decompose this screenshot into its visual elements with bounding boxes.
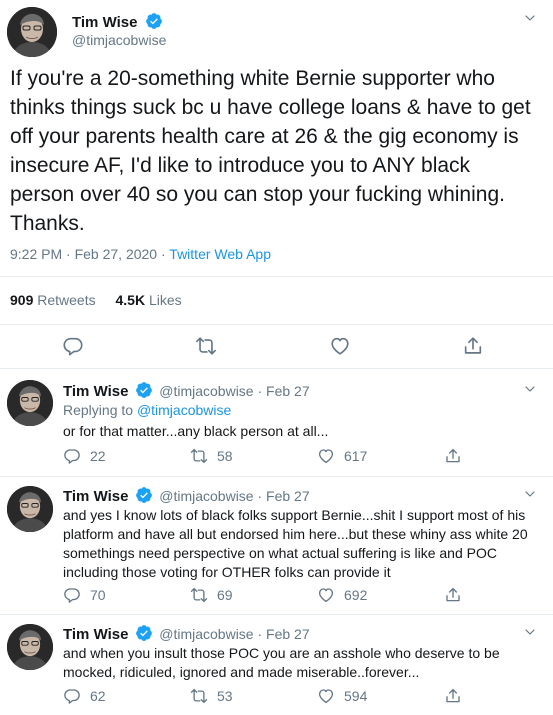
reply-icon[interactable] <box>62 335 84 357</box>
tweet-source[interactable]: Twitter Web App <box>169 246 271 262</box>
like-action[interactable]: 692 <box>317 586 367 604</box>
chevron-down-icon[interactable] <box>520 10 540 26</box>
like-icon <box>317 447 335 465</box>
author-avatar[interactable] <box>7 380 53 426</box>
retweet-action[interactable]: 58 <box>190 447 233 465</box>
verified-icon <box>135 624 153 642</box>
share-icon <box>444 687 462 705</box>
like-icon <box>317 586 335 604</box>
reply-header: Tim Wise @timjacobwise · Feb 27 <box>63 381 310 400</box>
share-action[interactable] <box>444 586 471 604</box>
like-count: 594 <box>344 688 368 704</box>
author-handle[interactable]: @timjacobwise <box>159 488 253 504</box>
author-handle[interactable]: @timjacobwise <box>159 383 253 399</box>
author-name[interactable]: Tim Wise <box>72 14 137 31</box>
reply-tweet[interactable]: Tim Wise @timjacobwise · Feb 27 Replying… <box>0 369 553 477</box>
author-name[interactable]: Tim Wise <box>63 383 128 400</box>
reply-action[interactable]: 22 <box>63 447 106 465</box>
divider <box>0 324 553 325</box>
date-separator: · <box>257 626 263 642</box>
meta-separator: · <box>157 246 170 262</box>
tweet-timestamp[interactable]: 9:22 PM · Feb 27, 2020 <box>10 246 157 262</box>
reply-count: 62 <box>90 688 106 704</box>
reply-icon <box>63 447 81 465</box>
likes-count: 4.5K <box>115 292 146 308</box>
reply-text: and yes I know lots of black folks suppo… <box>63 507 528 580</box>
like-icon <box>317 687 335 705</box>
retweets-stat[interactable]: 909 Retweets <box>10 292 96 308</box>
retweet-action[interactable]: 53 <box>190 687 233 705</box>
replying-to-prefix: Replying to <box>63 402 137 418</box>
retweet-icon <box>190 586 208 604</box>
reply-action[interactable]: 70 <box>63 586 106 604</box>
date-separator: · <box>257 383 263 399</box>
author-name[interactable]: Tim Wise <box>63 626 128 643</box>
replying-to: Replying to @timjacobwise <box>63 402 231 418</box>
retweet-action[interactable]: 69 <box>190 586 233 604</box>
reply-count: 22 <box>90 448 106 464</box>
author-header: Tim Wise <box>72 12 163 32</box>
reply-header: Tim Wise @timjacobwise · Feb 27 <box>63 624 310 643</box>
verified-icon <box>145 12 163 30</box>
share-action[interactable] <box>444 687 471 705</box>
share-icon <box>444 586 462 604</box>
reply-date[interactable]: Feb 27 <box>266 488 310 504</box>
reply-tweet[interactable]: Tim Wise @timjacobwise · Feb 27 and yes … <box>0 477 553 615</box>
like-count: 692 <box>344 587 368 603</box>
chevron-down-icon[interactable] <box>520 381 540 397</box>
author-handle[interactable]: @timjacobwise <box>72 32 166 48</box>
tweet-meta: 9:22 PM · Feb 27, 2020 · Twitter Web App <box>10 246 271 262</box>
author-handle[interactable]: @timjacobwise <box>159 626 253 642</box>
author-name[interactable]: Tim Wise <box>63 488 128 505</box>
verified-icon <box>135 381 153 399</box>
like-count: 617 <box>344 448 368 464</box>
chevron-down-icon[interactable] <box>520 486 540 502</box>
author-avatar[interactable] <box>7 624 53 670</box>
likes-stat[interactable]: 4.5K Likes <box>116 292 182 308</box>
like-action[interactable]: 594 <box>317 687 367 705</box>
tweet-stats: 909 Retweets 4.5K Likes <box>10 292 182 308</box>
likes-label: Likes <box>148 292 182 308</box>
reply-date[interactable]: Feb 27 <box>266 626 310 642</box>
author-avatar[interactable] <box>7 486 53 532</box>
retweet-count: 53 <box>217 688 233 704</box>
retweet-icon <box>190 687 208 705</box>
reply-header: Tim Wise @timjacobwise · Feb 27 <box>63 486 310 505</box>
verified-icon <box>135 486 153 504</box>
retweet-icon[interactable] <box>195 335 217 357</box>
like-action[interactable]: 617 <box>317 447 367 465</box>
retweet-count: 69 <box>217 587 233 603</box>
reply-text: and when you insult those POC you are an… <box>63 645 500 680</box>
retweets-label: Retweets <box>37 292 96 308</box>
retweet-icon <box>190 447 208 465</box>
date-separator: · <box>257 488 263 504</box>
reply-icon <box>63 586 81 604</box>
reply-count: 70 <box>90 587 106 603</box>
reply-date[interactable]: Feb 27 <box>266 383 310 399</box>
share-icon[interactable] <box>462 335 484 357</box>
divider <box>0 276 553 277</box>
tweet-text: If you're a 20-something white Bernie su… <box>10 67 531 235</box>
like-icon[interactable] <box>329 335 351 357</box>
retweets-count: 909 <box>10 292 34 308</box>
reply-action[interactable]: 62 <box>63 687 106 705</box>
reply-icon <box>63 687 81 705</box>
share-icon <box>444 447 462 465</box>
reply-text: or for that matter...any black person at… <box>63 423 329 439</box>
share-action[interactable] <box>444 447 471 465</box>
replying-to-handle[interactable]: @timjacobwise <box>137 402 231 418</box>
author-avatar[interactable] <box>7 7 57 57</box>
reply-tweet[interactable]: Tim Wise @timjacobwise · Feb 27 and when… <box>0 615 553 715</box>
chevron-down-icon[interactable] <box>520 624 540 640</box>
retweet-count: 58 <box>217 448 233 464</box>
